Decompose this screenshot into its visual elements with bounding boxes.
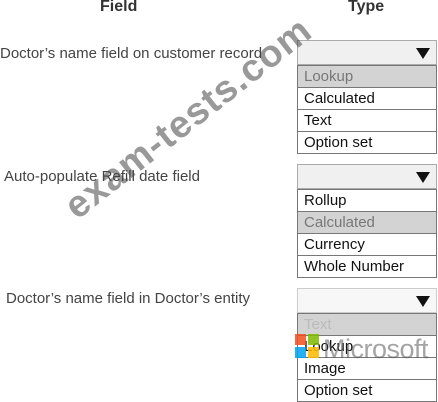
option-rollup[interactable]: Rollup <box>298 189 436 211</box>
chevron-down-icon[interactable] <box>416 172 430 183</box>
microsoft-logo-icon <box>295 334 319 358</box>
option-whole-number[interactable]: Whole Number <box>298 255 436 277</box>
option-text[interactable]: Text <box>298 313 436 335</box>
row-label-doctor-name-customer: Doctor’s name field on customer record <box>0 45 263 62</box>
type-dropdown-doctor-name-customer[interactable]: Lookup Calculated Text Option set <box>297 40 437 154</box>
option-option-set[interactable]: Option set <box>298 379 436 401</box>
option-calculated[interactable]: Calculated <box>298 211 436 233</box>
row-label-refill-date: Auto-populate Refill date field <box>4 168 200 185</box>
type-dropdown-refill-date[interactable]: Rollup Calculated Currency Whole Number <box>297 164 437 278</box>
option-currency[interactable]: Currency <box>298 233 436 255</box>
option-image[interactable]: Image <box>298 357 436 379</box>
chevron-down-icon[interactable] <box>416 296 430 307</box>
dropdown-header[interactable] <box>297 164 437 189</box>
dropdown-header[interactable] <box>297 40 437 65</box>
option-lookup[interactable]: Lookup <box>298 65 436 87</box>
dropdown-options: Lookup Calculated Text Option set <box>297 65 437 154</box>
field-column-header: Field <box>100 0 138 15</box>
option-text[interactable]: Text <box>298 109 436 131</box>
option-calculated[interactable]: Calculated <box>298 87 436 109</box>
watermark-text: exam-tests.com <box>56 9 321 228</box>
row-label-doctor-name-entity: Doctor’s name field in Doctor’s entity <box>6 290 250 307</box>
chevron-down-icon[interactable] <box>416 48 430 59</box>
type-column-header: Type <box>348 0 385 15</box>
dropdown-options: Rollup Calculated Currency Whole Number <box>297 189 437 278</box>
dropdown-header[interactable] <box>297 288 437 313</box>
option-option-set[interactable]: Option set <box>298 131 436 153</box>
